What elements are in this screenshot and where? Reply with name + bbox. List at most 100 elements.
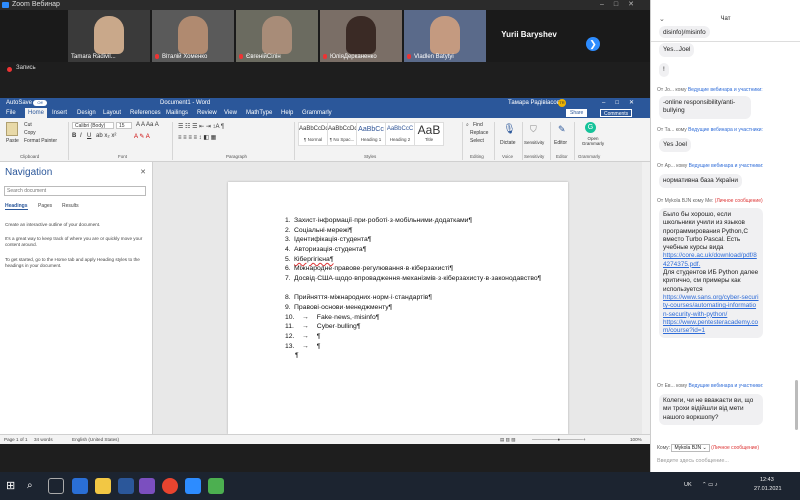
- next-page-button[interactable]: ❯: [586, 37, 600, 51]
- list-item[interactable]: 11. → Cyber·bulling¶: [285, 322, 524, 332]
- tab-grammarly[interactable]: Grammarly: [302, 108, 332, 118]
- edge-icon[interactable]: [72, 478, 88, 494]
- word-count[interactable]: 34 words: [34, 435, 53, 444]
- editor-button[interactable]: Editor: [554, 140, 567, 146]
- zoom-app-icon[interactable]: [185, 478, 201, 494]
- strike-sub-sup-icons[interactable]: ab x₂ x²: [96, 133, 116, 139]
- tab-help[interactable]: Help: [281, 108, 293, 118]
- zoom-level[interactable]: 100%: [630, 435, 642, 444]
- share-button[interactable]: Share: [566, 109, 588, 117]
- font-size-select[interactable]: 15: [116, 122, 132, 129]
- select-button[interactable]: Select: [470, 138, 484, 144]
- open-grammarly-button[interactable]: Open Grammarly: [580, 136, 606, 146]
- list-item[interactable]: 7. Досвід·США·щодо·впровадження·механізмі…: [285, 274, 541, 293]
- tab-layout[interactable]: Layout: [103, 108, 121, 118]
- editor-icon[interactable]: ✎: [558, 124, 566, 135]
- sensitivity-icon[interactable]: ⛉: [530, 124, 537, 135]
- participant-tile[interactable]: Yurii Baryshev: [488, 10, 570, 62]
- language-status[interactable]: English (United States): [72, 435, 119, 444]
- paste-icon[interactable]: [6, 122, 18, 136]
- tab-design[interactable]: Design: [77, 108, 96, 118]
- participant-tile[interactable]: ЮліяДерканенко: [320, 10, 402, 62]
- participant-tile[interactable]: ЄвгенійСілін: [236, 10, 318, 62]
- font-color-icons[interactable]: A ✎ A: [134, 133, 150, 140]
- list-item[interactable]: 12. → ¶: [285, 332, 524, 342]
- list-item[interactable]: 9. Правові·основи·менеджменту¶: [285, 303, 524, 313]
- bold-button[interactable]: B: [72, 133, 76, 139]
- keyboard-layout[interactable]: UK: [684, 482, 692, 488]
- zoom-slider[interactable]: –───────●───────+: [532, 435, 586, 444]
- tab-headings[interactable]: Headings: [5, 203, 28, 210]
- chat-link[interactable]: https://www.pentesteracademy.com/course?…: [663, 319, 758, 334]
- style-heading-2[interactable]: AaBbCcC Heading 2: [385, 122, 415, 146]
- chat-scrollbar[interactable]: [795, 380, 798, 430]
- comments-button[interactable]: Comments: [600, 109, 633, 117]
- recipient-select[interactable]: Mykola BJN ⌄: [671, 444, 710, 452]
- style-heading-1[interactable]: AaBbCc Heading 1: [356, 122, 386, 146]
- opera-icon[interactable]: [162, 478, 178, 494]
- participant-tile[interactable]: Vladlen Batytyi: [404, 10, 486, 62]
- list-icons[interactable]: ☰ ☷ ☰ ⇤ ⇥ ↕A ¶: [178, 123, 224, 130]
- tab-insert[interactable]: Insert: [52, 108, 67, 118]
- tray-icons[interactable]: ⌃ ▭ ♪: [702, 482, 718, 488]
- participant-tile[interactable]: Віталій Хоменко: [152, 10, 234, 62]
- task-view-icon[interactable]: [48, 478, 64, 494]
- chat-link[interactable]: https://core.ac.uk/download/pdf/84274375…: [663, 252, 757, 267]
- participant-tile[interactable]: Tamara Radivil...: [68, 10, 150, 62]
- tab-review[interactable]: Review: [197, 108, 217, 118]
- alignment-icons[interactable]: ≡ ≡ ≡ ≡ ↕ ◧ ▦: [178, 134, 216, 141]
- list-item[interactable]: 4. Авторизація·студента¶: [285, 245, 524, 255]
- viber-icon[interactable]: [139, 478, 155, 494]
- document-page[interactable]: 1. Захист·інформації·при·роботі·з·мобільн…: [228, 182, 568, 434]
- tab-references[interactable]: References: [130, 108, 161, 118]
- list-item[interactable]: 6. Міжнародне·правове·регулювання·в·кібер…: [285, 264, 524, 274]
- find-button[interactable]: Find: [473, 122, 483, 128]
- word-icon[interactable]: [118, 478, 134, 494]
- paste-button[interactable]: Paste: [6, 138, 19, 144]
- replace-button[interactable]: Replace: [470, 130, 488, 136]
- format-painter-button[interactable]: Format Painter: [24, 138, 57, 144]
- style-normal[interactable]: AaBbCcDd ¶ Normal: [298, 122, 329, 146]
- numbered-list[interactable]: 1. Захист·інформації·при·роботі·з·мобільн…: [285, 216, 541, 361]
- search-icon[interactable]: ⌕: [27, 478, 43, 494]
- tab-pages[interactable]: Pages: [38, 203, 52, 209]
- list-item[interactable]: 5. Кібергігієна¶: [285, 255, 524, 265]
- vertical-scrollbar[interactable]: [642, 162, 650, 434]
- font-name-select[interactable]: Calibri (Body): [72, 122, 114, 129]
- avatar[interactable]: TR: [558, 99, 566, 107]
- clock-date[interactable]: 27.01.2021: [754, 486, 782, 492]
- copy-button[interactable]: Copy: [24, 130, 36, 136]
- tab-mailings[interactable]: Mailings: [166, 108, 188, 118]
- list-item[interactable]: 8. Прийняття·міжнародних·норм·і·стандарті…: [285, 293, 524, 303]
- list-item[interactable]: 10. → Fake·news,·misinfo¶: [285, 313, 524, 323]
- view-mode-icons[interactable]: ▤ ▥ ▧: [500, 435, 516, 444]
- page-count[interactable]: Page 1 of 1: [4, 435, 28, 444]
- word-window-controls[interactable]: –□✕: [602, 98, 644, 108]
- windows-start-icon[interactable]: ⊞: [6, 478, 22, 494]
- list-item[interactable]: 3. Ідентифікація·студента¶: [285, 235, 524, 245]
- autosave-toggle[interactable]: Off: [33, 100, 47, 106]
- grow-shrink-font-icons[interactable]: A A Aa A: [136, 122, 159, 128]
- italic-button[interactable]: I: [80, 133, 82, 139]
- sensitivity-button[interactable]: Sensitivity: [524, 140, 544, 145]
- grammarly-icon[interactable]: G: [585, 122, 596, 133]
- list-item[interactable]: 1. Захист·інформації·при·роботі·з·мобільн…: [285, 216, 524, 226]
- navigation-search-input[interactable]: Search document: [4, 186, 146, 196]
- clock-time[interactable]: 12:43: [760, 477, 774, 483]
- file-explorer-icon[interactable]: [95, 478, 111, 494]
- tab-home[interactable]: Home: [25, 108, 48, 118]
- list-item[interactable]: 2. Соціальні·мережі¶: [285, 226, 524, 236]
- cut-button[interactable]: Cut: [24, 122, 32, 128]
- dictate-button[interactable]: Dictate: [500, 140, 516, 146]
- window-controls[interactable]: –□✕: [600, 0, 644, 10]
- tab-mathtype[interactable]: MathType: [246, 108, 272, 118]
- tab-results[interactable]: Results: [62, 203, 79, 209]
- close-icon[interactable]: ✕: [140, 168, 146, 176]
- style-title[interactable]: AaB Title: [414, 122, 444, 146]
- chat-link[interactable]: https://www.sans.org/cyber-security-cour…: [663, 294, 759, 318]
- chat-message-input[interactable]: Введите здесь сообщение...: [657, 458, 729, 464]
- style-no-spacing[interactable]: AaBbCcDd ¶ No Spac...: [327, 122, 358, 146]
- tab-file[interactable]: File: [6, 108, 16, 118]
- list-item[interactable]: 13. → ¶: [285, 342, 524, 352]
- tab-view[interactable]: View: [224, 108, 237, 118]
